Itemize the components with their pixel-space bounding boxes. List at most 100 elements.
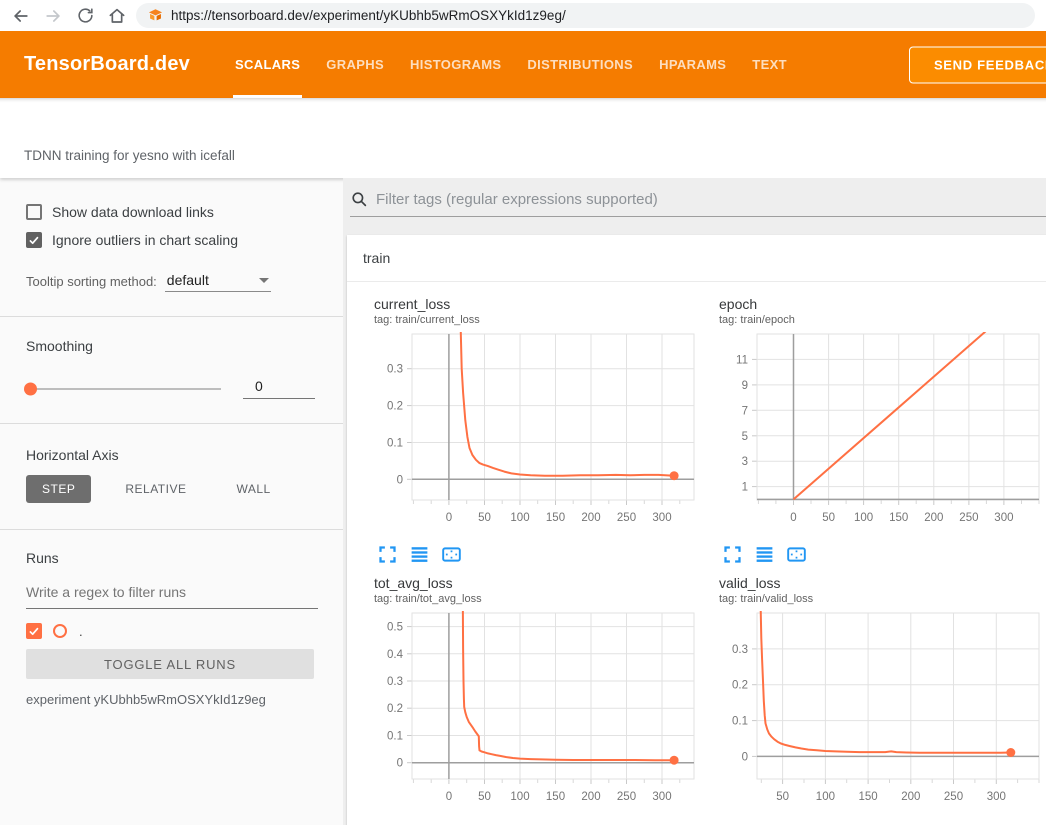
svg-text:50: 50 [822,512,835,524]
tooltip-sorting-label: Tooltip sorting method: [26,274,157,292]
run-row[interactable]: . [26,623,315,639]
svg-text:0.5: 0.5 [387,622,403,634]
svg-text:50: 50 [478,512,491,524]
ignore-outliers-checkbox[interactable]: Ignore outliers in chart scaling [26,226,315,254]
svg-text:150: 150 [889,512,908,524]
step-axis-button[interactable]: STEP [26,475,91,503]
tooltip-sorting-select[interactable]: default [165,272,271,292]
svg-text:1: 1 [742,482,748,494]
svg-text:50: 50 [478,791,491,803]
tab-scalars[interactable]: SCALARS [222,31,313,98]
line-chart[interactable]: 5010015020025030000.10.20.3 [707,611,1045,816]
experiment-title-bar: TDNN training for yesno with icefall [0,98,1046,178]
experiment-id-label: experiment yKUbhb5wRmOSXYkId1z9eg [26,692,315,707]
run-color-swatch-icon [53,624,67,638]
svg-text:0: 0 [790,512,796,524]
fit-domain-icon[interactable] [786,544,807,565]
svg-text:7: 7 [742,405,748,417]
smoothing-label: Smoothing [26,338,315,354]
svg-text:250: 250 [944,791,963,803]
svg-text:300: 300 [987,791,1006,803]
svg-text:300: 300 [994,512,1013,524]
checkbox-label: Ignore outliers in chart scaling [52,232,238,248]
chart-tag: tag: train/valid_loss [719,593,1046,605]
slider-thumb[interactable] [24,382,37,395]
svg-text:5: 5 [742,431,748,443]
expand-chart-icon[interactable] [377,544,398,565]
checkbox-label: Show data download links [52,204,214,220]
reload-icon[interactable] [72,3,98,29]
svg-text:0.3: 0.3 [387,364,403,376]
train-section-header[interactable]: train [347,235,1046,282]
chart-tag: tag: train/epoch [719,314,1046,326]
tab-graphs[interactable]: GRAPHS [313,31,397,98]
run-checkbox[interactable] [26,623,42,639]
experiment-title: TDNN training for yesno with icefall [24,148,235,163]
url-text: https://tensorboard.dev/experiment/yKUbh… [171,8,566,23]
chart-title: epoch [719,296,1046,312]
svg-text:0: 0 [397,758,403,770]
checkbox-unchecked-icon[interactable] [26,204,42,220]
filter-tags-input[interactable] [376,191,1046,208]
tensorboard-brand[interactable]: TensorBoard.dev [24,53,190,76]
svg-text:200: 200 [581,512,600,524]
tab-histograms[interactable]: HISTOGRAMS [397,31,514,98]
tab-hparams[interactable]: HPARAMS [646,31,739,98]
svg-text:250: 250 [617,791,636,803]
dashboard-main: train current_loss tag: train/current_lo… [343,178,1046,825]
svg-text:0.1: 0.1 [387,731,403,743]
runs-selector-icon[interactable] [409,544,430,565]
app-header: TensorBoard.dev SCALARS GRAPHS HISTOGRAM… [0,31,1046,98]
svg-text:100: 100 [854,512,873,524]
runs-selector-icon[interactable] [754,544,775,565]
line-chart[interactable]: 05010015020025030000.10.20.30.40.5 [362,611,700,816]
chart-tag: tag: train/current_loss [374,314,707,326]
toggle-all-runs-button[interactable]: TOGGLE ALL RUNS [26,649,314,679]
svg-text:0: 0 [446,791,452,803]
train-section-card: train current_loss tag: train/current_lo… [347,235,1046,825]
svg-text:11: 11 [736,354,748,366]
svg-text:0.2: 0.2 [732,680,748,692]
url-bar[interactable]: https://tensorboard.dev/experiment/yKUbh… [136,3,1035,28]
svg-text:0.3: 0.3 [732,644,748,656]
checkbox-checked-icon[interactable] [26,232,42,248]
search-icon [350,190,368,208]
svg-text:150: 150 [546,791,565,803]
fit-domain-icon[interactable] [441,544,462,565]
back-icon[interactable] [8,3,34,29]
expand-chart-icon[interactable] [722,544,743,565]
svg-text:0.1: 0.1 [387,438,403,450]
runs-regex-input[interactable] [26,584,318,609]
svg-text:250: 250 [959,512,978,524]
tab-distributions[interactable]: DISTRIBUTIONS [514,31,646,98]
line-chart[interactable]: 0501001502002503001357911 [707,332,1045,537]
line-chart[interactable]: 05010015020025030000.10.20.3 [362,332,700,537]
home-icon[interactable] [104,3,130,29]
chart-title: current_loss [374,296,707,312]
svg-text:100: 100 [510,791,529,803]
runs-label: Runs [26,550,315,566]
svg-text:300: 300 [652,791,671,803]
tooltip-sorting-value: default [167,272,209,288]
tensorboard-favicon-icon [148,8,163,23]
svg-text:0.4: 0.4 [387,649,404,661]
wall-axis-button[interactable]: WALL [220,475,286,503]
chart-tot-avg-loss: tot_avg_loss tag: train/tot_avg_loss 050… [362,575,707,825]
smoothing-value-input[interactable]: 0 [243,378,315,399]
tab-text[interactable]: TEXT [739,31,800,98]
svg-text:100: 100 [510,512,529,524]
send-feedback-button[interactable]: SEND FEEDBACK [909,46,1046,83]
relative-axis-button[interactable]: RELATIVE [109,475,202,503]
forward-icon[interactable] [40,3,66,29]
chart-tag: tag: train/tot_avg_loss [374,593,707,605]
smoothing-slider[interactable] [26,388,221,390]
svg-text:0.3: 0.3 [387,676,403,688]
chevron-down-icon [259,278,269,283]
show-download-links-checkbox[interactable]: Show data download links [26,198,315,226]
divider [0,423,343,424]
chart-valid-loss: valid_loss tag: train/valid_loss 5010015… [707,575,1046,825]
svg-text:50: 50 [776,791,789,803]
svg-text:0: 0 [397,474,403,486]
svg-text:0.1: 0.1 [732,716,748,728]
svg-text:9: 9 [742,380,748,392]
